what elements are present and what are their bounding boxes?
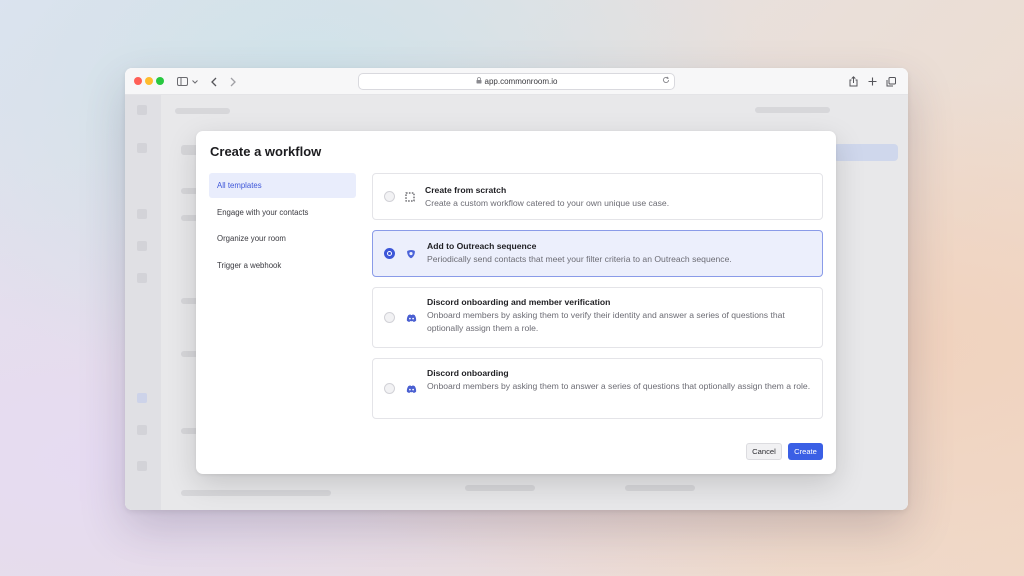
- sidebar-toggle-icon[interactable]: [175, 73, 189, 90]
- template-option-discord-onboarding[interactable]: Discord onboarding Onboard members by as…: [372, 358, 823, 419]
- option-description: Create a custom workflow catered to your…: [425, 198, 670, 208]
- tab-overview-icon[interactable]: [885, 73, 897, 90]
- template-option-create-from-scratch[interactable]: Create from scratch Create a custom work…: [372, 173, 823, 220]
- template-category-nav: All templates Engage with your contacts …: [209, 173, 356, 279]
- lock-icon: [476, 77, 482, 86]
- template-option-discord-onboarding-verification[interactable]: Discord onboarding and member verificati…: [372, 287, 823, 348]
- nav-item-all-templates[interactable]: All templates: [209, 173, 356, 198]
- address-bar[interactable]: app.commonroom.io: [358, 73, 675, 90]
- reload-icon[interactable]: [662, 76, 670, 86]
- maximize-window-button[interactable]: [156, 77, 164, 85]
- modal-title: Create a workflow: [210, 144, 322, 159]
- option-description: Onboard members by asking them to answer…: [427, 381, 811, 391]
- share-icon[interactable]: [847, 73, 859, 90]
- option-title: Discord onboarding and member verificati…: [427, 297, 611, 307]
- outreach-icon: [405, 248, 417, 260]
- create-workflow-modal: Create a workflow All templates Engage w…: [196, 131, 836, 474]
- discord-icon: [405, 312, 417, 324]
- option-description: Onboard members by asking them to verify…: [427, 310, 785, 333]
- radio-button[interactable]: [384, 191, 395, 202]
- option-title: Add to Outreach sequence: [427, 241, 537, 251]
- cancel-button[interactable]: Cancel: [746, 443, 782, 460]
- radio-button[interactable]: [384, 312, 395, 323]
- close-window-button[interactable]: [134, 77, 142, 85]
- back-icon[interactable]: [208, 73, 220, 90]
- nav-item-engage-contacts[interactable]: Engage with your contacts: [209, 200, 356, 225]
- dashed-square-icon: [404, 191, 416, 203]
- template-option-outreach-sequence[interactable]: Add to Outreach sequence Periodically se…: [372, 230, 823, 277]
- create-button[interactable]: Create: [788, 443, 823, 460]
- template-options-list: Create from scratch Create a custom work…: [372, 173, 823, 429]
- browser-toolbar: app.commonroom.io: [125, 68, 908, 95]
- minimize-window-button[interactable]: [145, 77, 153, 85]
- radio-button-selected[interactable]: [384, 248, 395, 259]
- new-tab-icon[interactable]: [866, 73, 878, 90]
- chevron-down-icon[interactable]: [191, 73, 199, 90]
- nav-item-trigger-webhook[interactable]: Trigger a webhook: [209, 253, 356, 278]
- radio-button[interactable]: [384, 383, 395, 394]
- nav-item-organize-room[interactable]: Organize your room: [209, 226, 356, 251]
- forward-icon[interactable]: [227, 73, 239, 90]
- option-title: Create from scratch: [425, 185, 507, 195]
- url-text: app.commonroom.io: [484, 77, 558, 86]
- option-title: Discord onboarding: [427, 368, 509, 378]
- discord-icon: [405, 383, 417, 395]
- option-description: Periodically send contacts that meet you…: [427, 254, 732, 264]
